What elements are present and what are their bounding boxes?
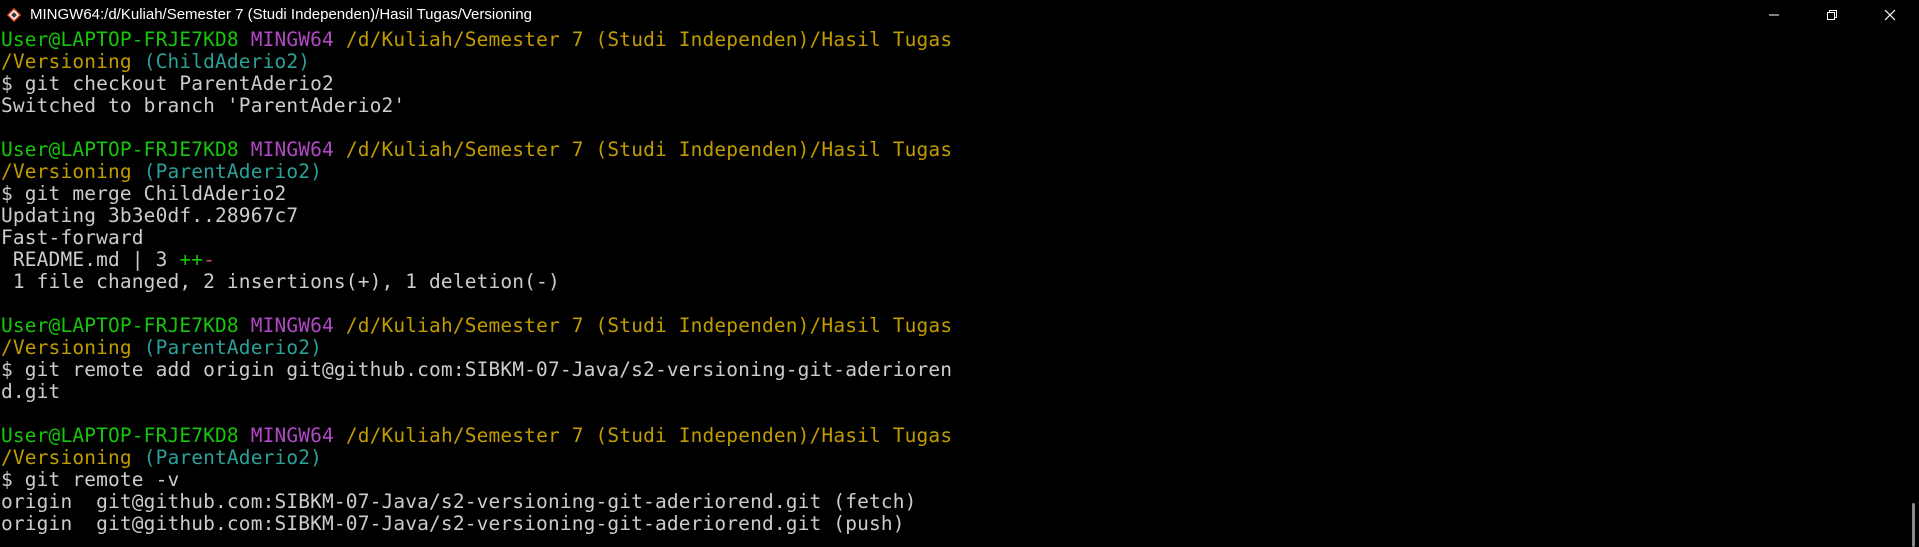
prompt-line-cont: /Versioning (ParentAderio2) (1, 337, 1905, 359)
restore-icon (1827, 9, 1837, 20)
output-line: Switched to branch 'ParentAderio2' (1, 94, 406, 117)
prompt-env: MINGW64 (250, 28, 334, 51)
close-button[interactable] (1861, 0, 1919, 29)
terminal-output[interactable]: User@LAPTOP-FRJE7KD8 MINGW64 /d/Kuliah/S… (0, 29, 1905, 547)
command-line: $ git merge ChildAderio2 (1, 182, 287, 205)
prompt-path: /d/Kuliah/Semester 7 (Studi Independen)/… (345, 138, 953, 161)
prompt-user: User@LAPTOP-FRJE7KD8 (1, 28, 239, 51)
prompt-branch: (ParentAderio2) (143, 336, 323, 359)
minimize-icon (1769, 14, 1779, 15)
output-line: Updating 3b3e0df..28967c7 (1, 204, 299, 227)
restore-button[interactable] (1803, 0, 1861, 29)
prompt-line: User@LAPTOP-FRJE7KD8 MINGW64 /d/Kuliah/S… (1, 139, 1905, 161)
prompt-path-cont: /Versioning (1, 446, 132, 469)
prompt-branch: (ParentAderio2) (143, 446, 323, 469)
diffstat-additions: ++ (179, 248, 204, 271)
command-line: $ git checkout ParentAderio2 (1, 72, 334, 95)
prompt-env: MINGW64 (250, 138, 334, 161)
output-line: Fast-forward (1, 226, 144, 249)
prompt-line: User@LAPTOP-FRJE7KD8 MINGW64 /d/Kuliah/S… (1, 29, 1905, 51)
prompt-user: User@LAPTOP-FRJE7KD8 (1, 138, 239, 161)
prompt-branch: (ChildAderio2) (143, 50, 311, 73)
diffstat-file: README.md | 3 (1, 248, 180, 271)
prompt-line-cont: /Versioning (ChildAderio2) (1, 51, 1905, 73)
prompt-path: /d/Kuliah/Semester 7 (Studi Independen)/… (345, 28, 953, 51)
command-line-cont: d.git (1, 380, 61, 403)
prompt-line-cont: /Versioning (ParentAderio2) (1, 447, 1905, 469)
diffstat-deletions: - (203, 248, 216, 271)
output-line: origin git@github.com:SIBKM-07-Java/s2-v… (1, 490, 917, 513)
prompt-user: User@LAPTOP-FRJE7KD8 (1, 314, 239, 337)
command-line: $ git remote -v (1, 468, 180, 491)
prompt-path-cont: /Versioning (1, 50, 132, 73)
minimize-button[interactable] (1745, 0, 1803, 29)
output-line: origin git@github.com:SIBKM-07-Java/s2-v… (1, 512, 905, 535)
diffstat-line: README.md | 3 ++- (1, 249, 1905, 271)
git-bash-icon (5, 6, 23, 24)
prompt-path-cont: /Versioning (1, 160, 132, 183)
prompt-env: MINGW64 (250, 424, 334, 447)
prompt-path: /d/Kuliah/Semester 7 (Studi Independen)/… (345, 314, 953, 337)
prompt-branch: (ParentAderio2) (143, 160, 323, 183)
prompt-path-cont: /Versioning (1, 336, 132, 359)
prompt-line: User@LAPTOP-FRJE7KD8 MINGW64 /d/Kuliah/S… (1, 315, 1905, 337)
prompt-path: /d/Kuliah/Semester 7 (Studi Independen)/… (345, 424, 953, 447)
prompt-line-cont: /Versioning (ParentAderio2) (1, 161, 1905, 183)
title-bar: MINGW64:/d/Kuliah/Semester 7 (Studi Inde… (0, 0, 1919, 29)
prompt-env: MINGW64 (250, 314, 334, 337)
window-controls (1745, 0, 1919, 29)
vertical-scrollbar[interactable] (1905, 29, 1919, 547)
prompt-user: User@LAPTOP-FRJE7KD8 (1, 424, 239, 447)
scrollbar-thumb[interactable] (1912, 503, 1915, 547)
close-icon (1884, 9, 1896, 20)
command-line: $ git remote add origin git@github.com:S… (1, 358, 953, 381)
window-title: MINGW64:/d/Kuliah/Semester 7 (Studi Inde… (30, 6, 532, 23)
summary-line: 1 file changed, 2 insertions(+), 1 delet… (1, 270, 560, 293)
prompt-line: User@LAPTOP-FRJE7KD8 MINGW64 /d/Kuliah/S… (1, 425, 1905, 447)
